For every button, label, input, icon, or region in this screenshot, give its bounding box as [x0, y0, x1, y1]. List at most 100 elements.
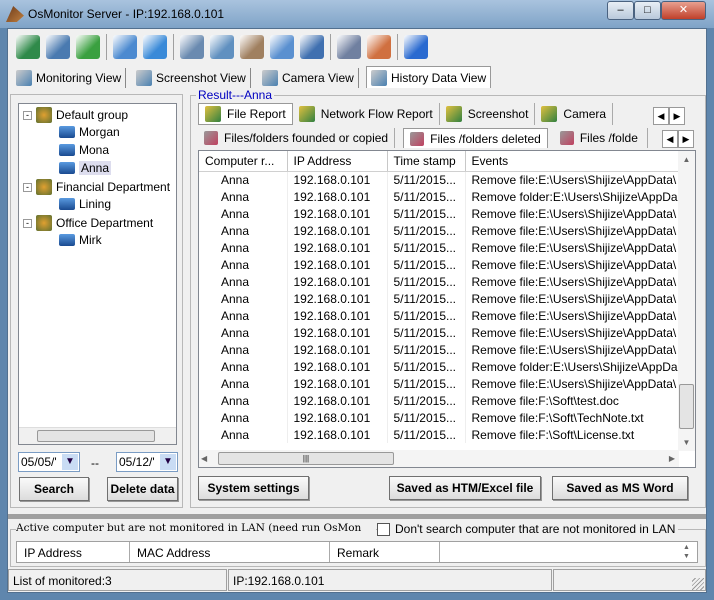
network-windows-icon[interactable]	[270, 35, 294, 59]
tree-computer[interactable]: Mona	[59, 143, 109, 157]
date-from-combo[interactable]: 05/05/' ▼	[18, 452, 80, 472]
lan-col-remark[interactable]: Remark	[330, 542, 440, 562]
table-cell: 5/11/2015...	[387, 273, 466, 290]
tree-group[interactable]: - Office Department	[23, 215, 153, 231]
scrollbar-thumb[interactable]	[37, 430, 155, 442]
horizontal-scrollbar[interactable]: ◀ ||| ▶	[199, 450, 679, 467]
notebook-icon[interactable]	[337, 35, 361, 59]
table-row[interactable]: Anna 192.168.0.101 5/11/2015... Remove file…	[199, 205, 680, 222]
tab-screenshot-view[interactable]: Screenshot View	[132, 68, 251, 88]
save-ms-word-button[interactable]: Saved as MS Word	[552, 476, 688, 500]
table-row[interactable]: Anna 192.168.0.101 5/11/2015... Remove fold…	[199, 358, 680, 375]
table-row[interactable]: Anna 192.168.0.101 5/11/2015... Remove fold…	[199, 188, 680, 205]
users-icon[interactable]	[76, 35, 100, 59]
table-row[interactable]: Anna 192.168.0.101 5/11/2015... Remove file…	[199, 290, 680, 307]
status-monitored: List of monitored:3	[8, 569, 227, 591]
scroll-up-icon[interactable]: ▲	[678, 151, 695, 168]
lan-col-ip[interactable]: IP Address	[17, 542, 130, 562]
chevron-right-icon[interactable]: ▶	[669, 107, 685, 125]
group-tree[interactable]: - Default group Morgan Mona Anna - Financial D…	[18, 103, 177, 445]
document-search-icon[interactable]	[240, 35, 264, 59]
collapse-icon[interactable]: -	[23, 182, 32, 192]
remote-desktop-icon[interactable]	[180, 35, 204, 59]
close-button[interactable]: ✕	[661, 1, 706, 20]
table-row[interactable]: Anna 192.168.0.101 5/11/2015... Remove file…	[199, 392, 680, 409]
scroll-right-icon[interactable]: ▶	[669, 450, 675, 467]
chevron-left-icon[interactable]: ◀	[653, 107, 669, 125]
report-tab[interactable]: Network Flow Report	[293, 103, 440, 125]
tree-computer[interactable]: Morgan	[59, 125, 120, 139]
tree-group[interactable]: - Default group	[23, 107, 128, 123]
tree-computer[interactable]: Mirk	[59, 233, 102, 247]
table-cell: Anna	[199, 341, 288, 358]
search-button[interactable]: Search	[19, 477, 89, 501]
lan-col-mac[interactable]: MAC Address	[130, 542, 330, 562]
tab-history-data-view[interactable]: History Data View	[366, 66, 492, 88]
resize-grip-icon[interactable]	[692, 578, 704, 590]
report-tab-scroller[interactable]: ◀ ▶	[653, 107, 685, 125]
app-control-icon[interactable]	[113, 35, 137, 59]
table-row[interactable]: Anna 192.168.0.101 5/11/2015... Remove file…	[199, 273, 680, 290]
vertical-scrollbar[interactable]: ▲ ▼	[678, 151, 695, 451]
minimize-button[interactable]: –	[607, 1, 634, 20]
system-settings-button[interactable]: System settings	[198, 476, 309, 500]
disk-icon[interactable]	[300, 35, 324, 59]
sub-tab[interactable]: Files /folde	[554, 128, 648, 148]
chevron-left-icon[interactable]: ◀	[662, 130, 678, 148]
scrollbar-thumb[interactable]	[679, 384, 694, 429]
save-htm-excel-button[interactable]: Saved as HTM/Excel file	[389, 476, 541, 500]
delete-data-button[interactable]: Delete data	[107, 477, 178, 501]
scroll-down-icon[interactable]: ▼	[678, 434, 695, 451]
report-tab[interactable]: File Report	[198, 103, 293, 125]
tree-group[interactable]: - Financial Department	[23, 179, 170, 195]
tree-computer[interactable]: Lining	[59, 197, 111, 211]
column-header[interactable]: Computer r...	[199, 151, 288, 172]
chevron-down-icon[interactable]: ▼	[62, 454, 78, 470]
lan-checkbox[interactable]	[377, 522, 390, 536]
table-row[interactable]: Anna 192.168.0.101 5/11/2015... Remove file…	[199, 222, 680, 239]
date-to-combo[interactable]: 05/12/' ▼	[116, 452, 178, 472]
table-row[interactable]: Anna 192.168.0.101 5/11/2015... Remove file…	[199, 324, 680, 341]
scroll-left-icon[interactable]: ◀	[201, 450, 207, 467]
chevron-down-icon[interactable]: ▼	[160, 454, 176, 470]
mail-icon[interactable]	[210, 35, 234, 59]
user-report-icon[interactable]	[367, 35, 391, 59]
table-row[interactable]: Anna 192.168.0.101 5/11/2015... Remove file…	[199, 307, 680, 324]
windows-icon[interactable]	[16, 35, 40, 59]
column-header[interactable]: Time stamp	[387, 151, 466, 172]
table-row[interactable]: Anna 192.168.0.101 5/11/2015... Remove file…	[199, 171, 680, 188]
table-row[interactable]: Anna 192.168.0.101 5/11/2015... Remove file…	[199, 426, 680, 443]
events-table-container: Computer r... IP Address Time stamp Events …	[198, 150, 696, 468]
table-cell: 192.168.0.101	[287, 392, 388, 409]
sub-tab[interactable]: Files/folders founded or copied	[198, 128, 396, 148]
table-row[interactable]: Anna 192.168.0.101 5/11/2015... Remove file…	[199, 409, 680, 426]
table-row[interactable]: Anna 192.168.0.101 5/11/2015... Remove file…	[199, 341, 680, 358]
collapse-icon[interactable]: -	[23, 110, 32, 120]
report-tab[interactable]: Screenshot	[440, 103, 536, 125]
result-legend: Result---Anna	[196, 88, 275, 102]
tree-computer[interactable]: Anna	[59, 161, 112, 175]
collapse-icon[interactable]: -	[23, 218, 32, 228]
computer-icon	[59, 162, 75, 174]
sub-tab-scroller[interactable]: ◀ ▶	[662, 130, 694, 148]
tab-camera-view[interactable]: Camera View	[258, 68, 359, 88]
table-row[interactable]: Anna 192.168.0.101 5/11/2015... Remove file…	[199, 239, 680, 256]
table-row[interactable]: Anna 192.168.0.101 5/11/2015... Remove file…	[199, 375, 680, 392]
tab-monitoring-view[interactable]: Monitoring View	[12, 68, 127, 88]
monitor-settings-icon[interactable]	[46, 35, 70, 59]
report-tab[interactable]: Camera	[535, 103, 614, 125]
column-header[interactable]: Events	[465, 151, 680, 172]
help-icon[interactable]	[404, 35, 428, 59]
table-cell: 192.168.0.101	[287, 290, 388, 307]
table-row[interactable]: Anna 192.168.0.101 5/11/2015... Remove file…	[199, 256, 680, 273]
lan-scroll-spinner[interactable]: ▲ ▼	[683, 542, 697, 562]
usb-icon[interactable]	[143, 35, 167, 59]
scrollbar-thumb[interactable]: |||	[218, 452, 394, 465]
chevron-right-icon[interactable]: ▶	[678, 130, 694, 148]
tree-horizontal-scrollbar[interactable]	[19, 427, 176, 444]
column-header[interactable]: IP Address	[287, 151, 388, 172]
splitter[interactable]	[8, 514, 706, 519]
maximize-button[interactable]: □	[634, 1, 661, 20]
lan-checkbox-wrap[interactable]: Don't search computer that are not monit…	[377, 522, 679, 536]
sub-tab[interactable]: Files /folders deleted	[403, 128, 548, 148]
